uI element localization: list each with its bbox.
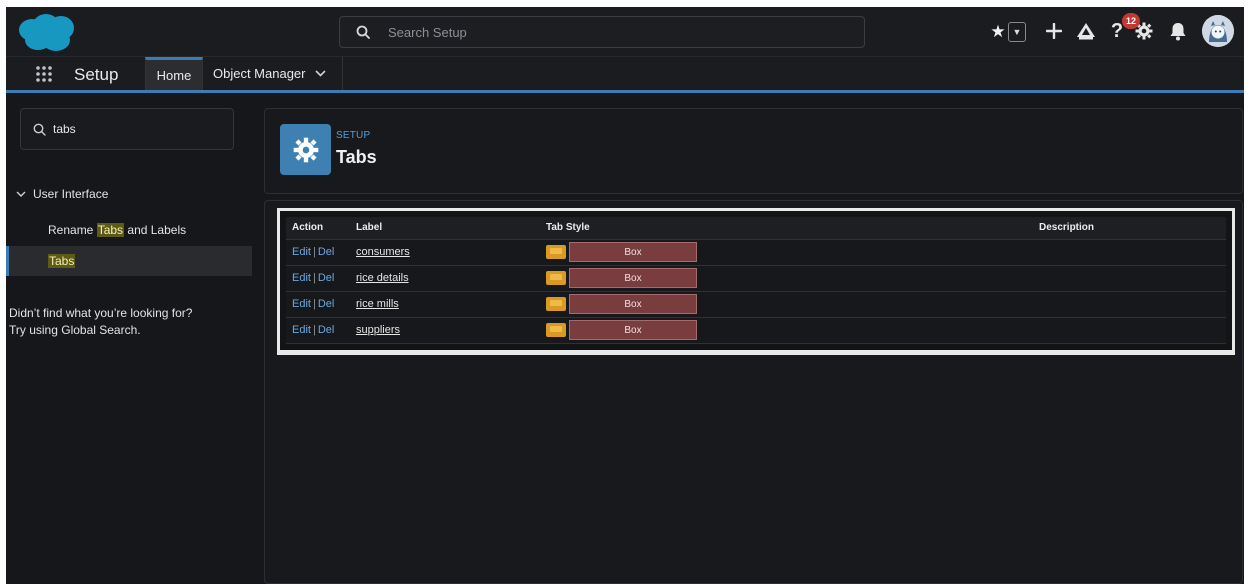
table-row: Edit | Del rice mills Box	[286, 291, 1226, 318]
app-name: Setup	[74, 65, 119, 84]
custom-tabs-list-frame: Action Label Tab Style Description Edit |…	[277, 208, 1235, 355]
column-header-tab-style: Tab Style	[540, 217, 1033, 240]
delete-link[interactable]: Del	[318, 298, 335, 310]
global-search-hint: Didn’t find what you’re looking for? Try…	[9, 305, 249, 339]
tab-style-cell: Box	[540, 265, 1033, 292]
search-icon	[356, 25, 370, 39]
tab-style-swatch: Box	[569, 268, 697, 288]
description-cell	[1033, 291, 1226, 318]
column-header-description: Description	[1033, 217, 1226, 240]
edit-link[interactable]: Edit	[292, 272, 311, 284]
chevron-down-icon[interactable]: ▼	[1008, 22, 1026, 42]
edit-link[interactable]: Edit	[292, 298, 311, 310]
page-title: Tabs	[336, 147, 377, 167]
table-header-row: Action Label Tab Style Description	[286, 217, 1226, 240]
action-cell: Edit | Del	[286, 291, 350, 318]
description-cell	[1033, 239, 1226, 266]
setup-sidebar: User Interface Rename Tabs and Labels Ta…	[6, 96, 252, 584]
favorites-star-icon[interactable]: ★	[988, 22, 1008, 42]
quick-find-input[interactable]	[53, 120, 223, 138]
app-nav-bar: Setup Home Object Manager	[6, 57, 1244, 93]
chevron-down-icon[interactable]	[314, 68, 326, 80]
description-cell	[1033, 265, 1226, 292]
edit-link[interactable]: Edit	[292, 324, 311, 336]
tab-style-cell: Box	[540, 317, 1033, 344]
sidebar-item-tabs[interactable]: Tabs	[6, 246, 252, 276]
notification-badge: 12	[1122, 13, 1140, 29]
sidebar-item-label: and Labels	[124, 223, 187, 237]
global-header: ★ ▼ ?	[6, 7, 1244, 57]
table-row: Edit | Del rice details Box	[286, 265, 1226, 292]
column-header-action: Action	[286, 217, 350, 240]
tab-style-swatch: Box	[569, 294, 697, 314]
tree-section-label: User Interface	[33, 187, 109, 201]
label-cell: suppliers	[350, 317, 540, 344]
label-cell: rice details	[350, 265, 540, 292]
chevron-down-icon[interactable]	[16, 189, 26, 200]
global-search-box[interactable]	[339, 16, 865, 48]
box-icon	[546, 323, 566, 337]
link-separator: |	[312, 272, 316, 284]
action-cell: Edit | Del	[286, 317, 350, 344]
tab-label-link[interactable]: rice details	[356, 272, 409, 284]
link-separator: |	[312, 324, 316, 336]
tab-style-cell: Box	[540, 291, 1033, 318]
column-header-label: Label	[350, 217, 540, 240]
tab-style-swatch: Box	[569, 320, 697, 340]
hint-line: Didn’t find what you’re looking for?	[9, 306, 193, 320]
edit-link[interactable]: Edit	[292, 246, 311, 258]
setup-gear-icon	[280, 124, 331, 175]
tab-style-swatch: Box	[569, 242, 697, 262]
sidebar-item-rename-tabs-and-labels[interactable]: Rename Tabs and Labels	[6, 215, 252, 245]
delete-link[interactable]: Del	[318, 272, 335, 284]
tab-home[interactable]: Home	[145, 57, 203, 90]
hint-line: Try using Global Search.	[9, 323, 141, 337]
label-cell: consumers	[350, 239, 540, 266]
tab-label-link[interactable]: rice mills	[356, 298, 399, 310]
salesforce-cloud-logo[interactable]	[16, 13, 78, 53]
search-highlight: Tabs	[96, 223, 125, 237]
bell-icon[interactable]	[1166, 19, 1190, 43]
search-highlight: Tabs	[48, 254, 76, 268]
action-cell: Edit | Del	[286, 239, 350, 266]
global-search-input[interactable]	[388, 22, 848, 42]
quick-find-box[interactable]	[20, 108, 234, 150]
box-icon	[546, 271, 566, 285]
trailhead-icon[interactable]	[1074, 19, 1098, 43]
tree-section-user-interface[interactable]: User Interface	[16, 187, 108, 201]
tab-object-manager[interactable]: Object Manager	[203, 57, 343, 90]
tab-label-link[interactable]: suppliers	[356, 324, 400, 336]
description-cell	[1033, 317, 1226, 344]
search-icon	[33, 123, 46, 136]
custom-tabs-table: Action Label Tab Style Description Edit |…	[286, 217, 1226, 344]
box-icon	[546, 245, 566, 259]
delete-link[interactable]: Del	[318, 246, 335, 258]
page-header: SETUP Tabs	[264, 108, 1243, 194]
page-eyebrow: SETUP	[336, 130, 371, 141]
link-separator: |	[312, 246, 316, 258]
action-cell: Edit | Del	[286, 265, 350, 292]
label-cell: rice mills	[350, 291, 540, 318]
avatar[interactable]	[1202, 15, 1234, 47]
app-window: ★ ▼ ?	[6, 7, 1244, 584]
sidebar-item-label: Rename	[48, 223, 97, 237]
app-launcher-icon[interactable]	[35, 65, 53, 83]
table-row: Edit | Del consumers Box	[286, 239, 1226, 266]
favorites-group[interactable]: ★ ▼	[988, 22, 1028, 42]
link-separator: |	[312, 298, 316, 310]
content-card: Action Label Tab Style Description Edit |…	[264, 200, 1243, 584]
box-icon	[546, 297, 566, 311]
tab-label-link[interactable]: consumers	[356, 246, 410, 258]
delete-link[interactable]: Del	[318, 324, 335, 336]
tab-style-cell: Box	[540, 239, 1033, 266]
plus-icon[interactable]	[1042, 19, 1066, 43]
table-row: Edit | Del suppliers Box	[286, 317, 1226, 344]
tab-object-manager-label: Object Manager	[213, 66, 306, 81]
